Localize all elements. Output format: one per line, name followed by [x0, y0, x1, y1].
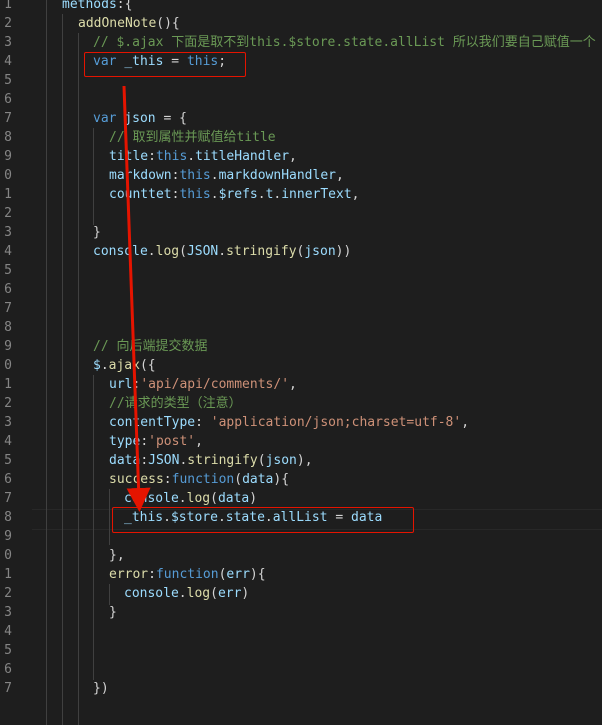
code-editor[interactable]: 1 methods:{2 addOneNote(){3// $.ajax 下面是取不… — [0, 0, 602, 725]
red-arrow — [122, 85, 151, 512]
arrow-line — [122, 85, 151, 512]
